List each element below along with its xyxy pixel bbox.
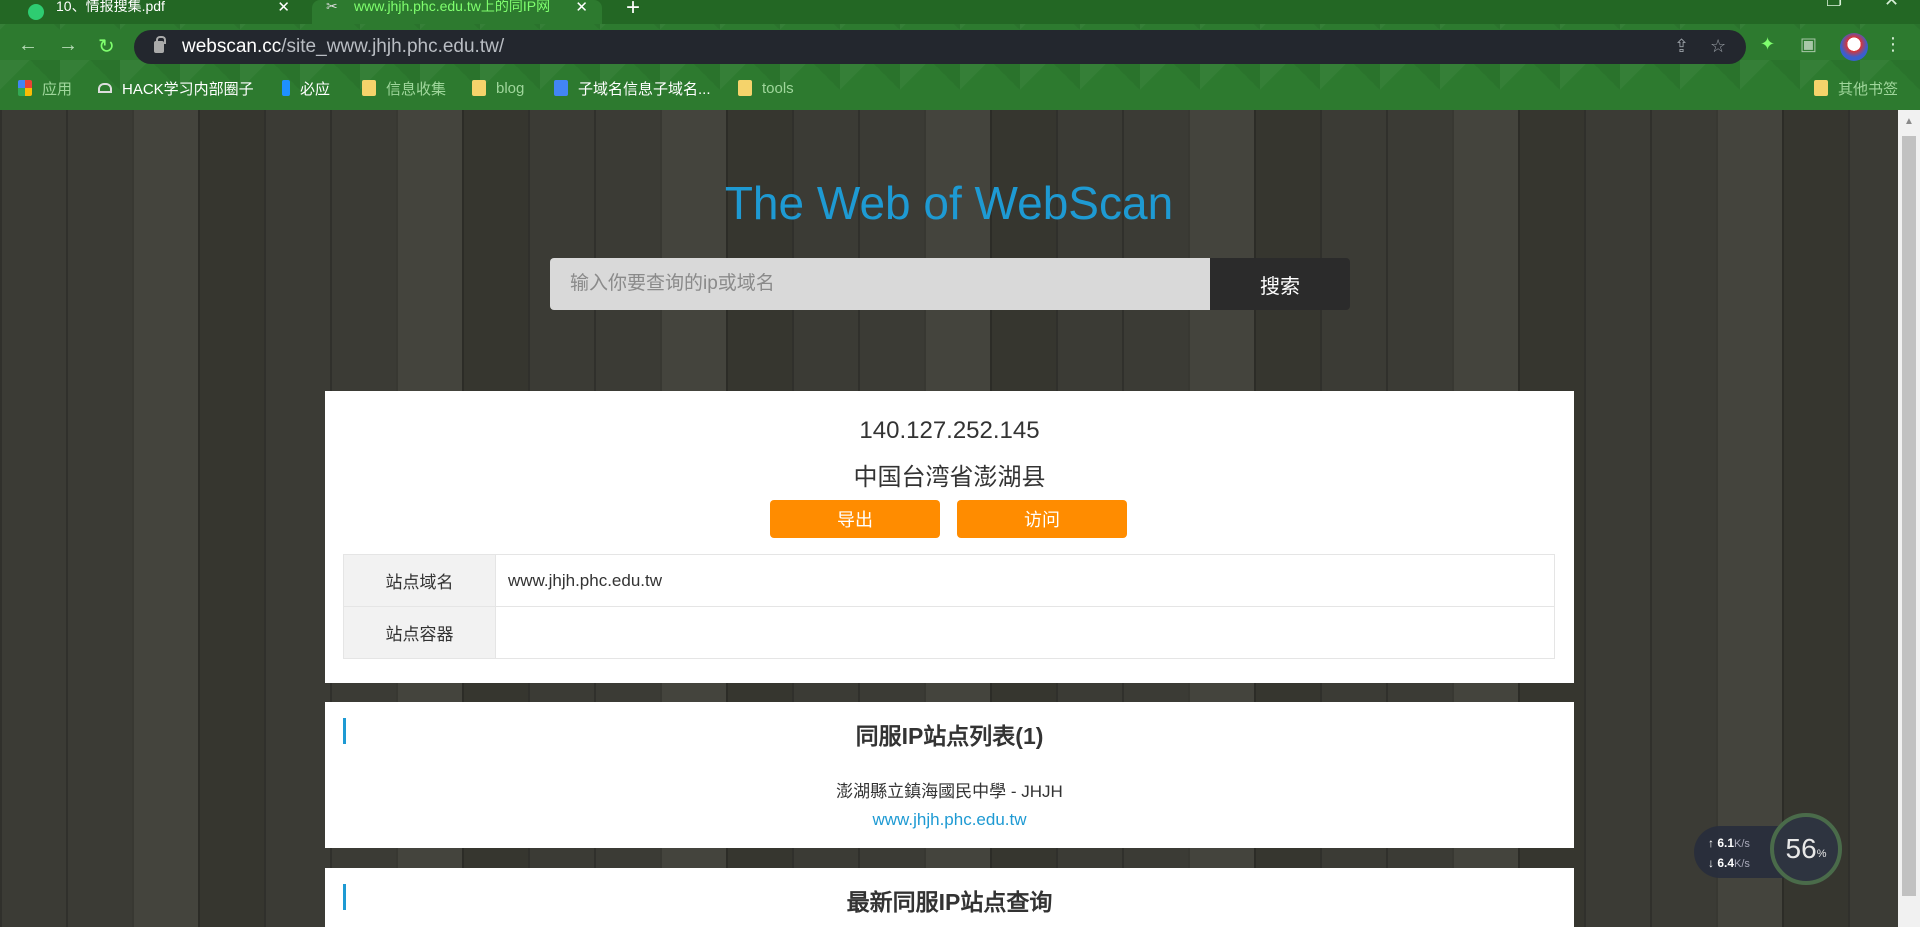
apps-grid-icon xyxy=(18,80,32,96)
profile-avatar[interactable] xyxy=(1840,33,1868,61)
url-path: /site_www.jhjh.phc.edu.tw/ xyxy=(281,36,505,57)
close-tab-icon[interactable]: ✕ xyxy=(575,0,588,16)
close-tab-icon[interactable]: ✕ xyxy=(277,0,290,16)
forward-icon[interactable]: → xyxy=(58,34,78,57)
bookmark-folder-info[interactable]: 信息收集 xyxy=(362,74,446,102)
bookmark-label: 应用 xyxy=(42,80,73,98)
ip-address: 140.127.252.145 xyxy=(859,417,1040,444)
gauge-percent-sign: % xyxy=(1816,848,1827,860)
bookmark-label: 必应 xyxy=(300,80,331,98)
visit-button[interactable]: 访问 xyxy=(957,500,1127,538)
lock-icon[interactable] xyxy=(154,36,166,53)
restore-window-icon[interactable]: ❐ xyxy=(1826,0,1842,11)
section-heading-text: 同服IP站点列表(1) xyxy=(855,723,1044,749)
folder-icon xyxy=(472,80,486,96)
folder-icon xyxy=(1814,80,1828,96)
bookmark-label: tools xyxy=(762,79,794,97)
ip-location: 中国台湾省澎湖县 xyxy=(853,464,1046,491)
table-row: 站点容器 xyxy=(343,606,1555,659)
section-accent-bar xyxy=(343,718,346,744)
tab-strip: 10、情报搜集.pdf ✕ ✂ www.jhjh.phc.edu.tw上的同IP… xyxy=(0,0,1920,24)
tab-title: www.jhjh.phc.edu.tw上的同IP网 xyxy=(354,0,551,14)
bookmark-label: HACK学习内部圈子 xyxy=(122,80,254,98)
section-accent-bar xyxy=(343,884,346,910)
row-key: 站点容器 xyxy=(343,606,496,659)
scrollbar-thumb[interactable] xyxy=(1902,136,1916,896)
browser-chrome: 10、情报搜集.pdf ✕ ✂ www.jhjh.phc.edu.tw上的同IP… xyxy=(0,0,1920,110)
extension-puzzle-icon[interactable]: ✦ xyxy=(1760,34,1775,55)
url-host: webscan.cc xyxy=(182,36,282,57)
search-form: 搜索 xyxy=(550,258,1350,310)
upload-speed: ↑ 6.1K/s xyxy=(1708,836,1750,850)
bing-icon xyxy=(282,80,290,96)
bookmark-other[interactable]: 其他书签 xyxy=(1814,74,1898,102)
table-row: 站点域名 www.jhjh.phc.edu.tw xyxy=(343,554,1555,607)
tab-webscan[interactable]: ✂ www.jhjh.phc.edu.tw上的同IP网 ✕ xyxy=(312,0,602,24)
page-scrollbar[interactable]: ▲ xyxy=(1898,110,1920,927)
tab-title: 10、情报搜集.pdf xyxy=(56,0,165,14)
menu-kebab-icon[interactable]: ⋮ xyxy=(1884,34,1902,55)
folder-icon xyxy=(738,80,752,96)
same-ip-card: 同服IP站点列表(1) 澎湖縣立鎮海國民中學 - JHJH www.jhjh.p… xyxy=(325,702,1574,848)
bookmarks-bar: 应用 HACK学习内部圈子 必应 信息收集 blog 子域名信息子域名... t… xyxy=(0,74,1920,102)
site-title: The Web of WebScan xyxy=(724,177,1174,229)
page-viewport: The Web of WebScan 搜索 140.127.252.145 中国… xyxy=(0,110,1898,927)
hack-icon xyxy=(98,83,112,93)
extension-icon[interactable]: ▣ xyxy=(1800,34,1817,55)
row-key: 站点域名 xyxy=(343,554,496,607)
speed-unit: K/s xyxy=(1734,838,1750,850)
gauge-value: 56 xyxy=(1785,833,1817,864)
bookmark-subdomain[interactable]: 子域名信息子域名... xyxy=(554,74,711,102)
bookmark-label: 其他书签 xyxy=(1838,80,1899,98)
search-button[interactable]: 搜索 xyxy=(1210,258,1350,310)
bookmark-folder-blog[interactable]: blog xyxy=(472,74,524,102)
section-heading: 最新同服IP站点查询 xyxy=(325,868,1574,917)
ip-info-card: 140.127.252.145 中国台湾省澎湖县 导出 访问 站点域名 www.… xyxy=(325,391,1574,683)
close-window-icon[interactable]: ✕ xyxy=(1884,0,1899,11)
bookmark-label: blog xyxy=(496,79,525,97)
search-input[interactable] xyxy=(550,258,1210,310)
row-value: www.jhjh.phc.edu.tw xyxy=(495,554,1555,607)
bookmark-hack[interactable]: HACK学习内部圈子 xyxy=(98,74,254,102)
bookmark-apps[interactable]: 应用 xyxy=(18,74,72,102)
bookmark-bing[interactable]: 必应 xyxy=(282,74,330,102)
bookmark-label: 信息收集 xyxy=(386,80,447,98)
pdf-favicon-icon xyxy=(28,4,44,20)
bookmark-star-icon[interactable]: ☆ xyxy=(1710,36,1726,57)
action-buttons: 导出 访问 xyxy=(770,500,1127,538)
section-heading-text: 最新同服IP站点查询 xyxy=(846,889,1053,915)
bookmark-folder-tools[interactable]: tools xyxy=(738,74,794,102)
webscan-favicon-icon: ✂ xyxy=(326,0,338,14)
bookmark-label: 子域名信息子域名... xyxy=(578,80,711,98)
share-icon[interactable]: ⇪ xyxy=(1674,36,1689,57)
site-name: 澎湖縣立鎮海國民中學 - JHJH xyxy=(836,782,1063,801)
doc-icon xyxy=(554,80,568,96)
address-bar[interactable]: webscan.cc /site_www.jhjh.phc.edu.tw/ ⇪ … xyxy=(134,30,1746,64)
download-speed: ↓ 6.4K/s xyxy=(1708,856,1750,870)
memory-gauge[interactable]: 56% xyxy=(1770,813,1842,885)
reload-icon[interactable]: ↻ xyxy=(98,34,115,59)
scroll-up-icon[interactable]: ▲ xyxy=(1904,116,1914,127)
tab-pdf[interactable]: 10、情报搜集.pdf ✕ xyxy=(14,0,304,24)
download-value: 6.4 xyxy=(1717,856,1735,870)
folder-icon xyxy=(362,80,376,96)
row-value xyxy=(495,606,1555,659)
new-tab-icon[interactable]: + xyxy=(626,0,640,22)
latest-card: 最新同服IP站点查询 xyxy=(325,868,1574,927)
site-info-table: 站点域名 www.jhjh.phc.edu.tw 站点容器 xyxy=(343,554,1555,659)
section-heading: 同服IP站点列表(1) xyxy=(325,702,1574,751)
speed-unit: K/s xyxy=(1734,858,1750,870)
upload-value: 6.1 xyxy=(1717,836,1735,850)
export-button[interactable]: 导出 xyxy=(770,500,940,538)
back-icon[interactable]: ← xyxy=(18,34,38,57)
site-link[interactable]: www.jhjh.phc.edu.tw xyxy=(325,810,1574,830)
